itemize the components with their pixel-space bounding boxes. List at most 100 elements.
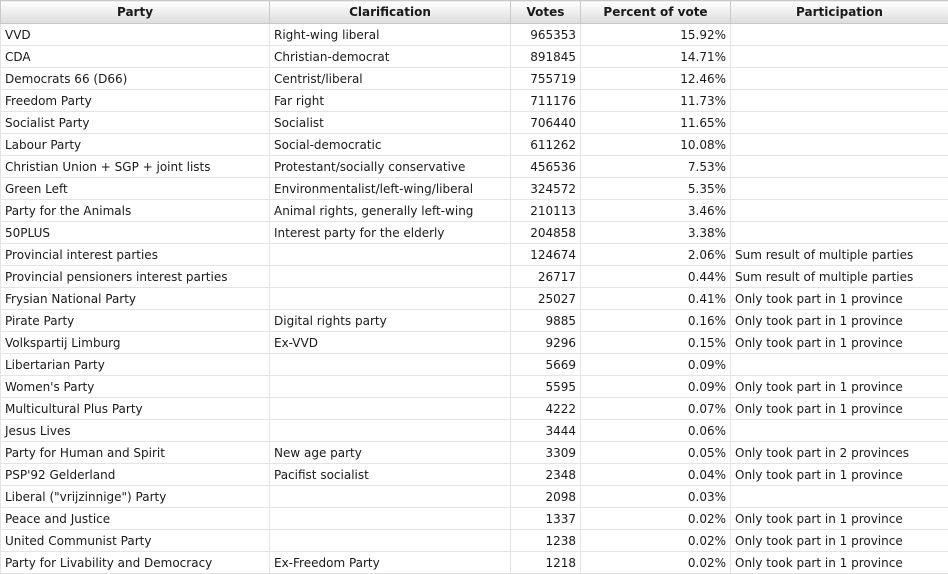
table-row[interactable]: Liberal ("vrijzinnige") Party20980.03% xyxy=(1,486,948,508)
cell-party: Multicultural Plus Party xyxy=(1,398,270,420)
cell-clarification xyxy=(270,266,511,288)
column-header-clarification[interactable]: Clarification xyxy=(270,1,511,24)
cell-participation: Only took part in 1 province xyxy=(731,332,948,354)
table-row[interactable]: 50PLUSInterest party for the elderly2048… xyxy=(1,222,948,244)
cell-percent: 0.02% xyxy=(581,552,731,574)
cell-party: Party for the Animals xyxy=(1,200,270,222)
column-header-votes[interactable]: Votes xyxy=(511,1,581,24)
cell-percent: 14.71% xyxy=(581,46,731,68)
table-row[interactable]: Party for Human and SpiritNew age party3… xyxy=(1,442,948,464)
cell-votes: 3309 xyxy=(511,442,581,464)
table-row[interactable]: United Communist Party 12380.02%Only took… xyxy=(1,530,948,552)
cell-percent: 2.06% xyxy=(581,244,731,266)
table-row[interactable]: Socialist PartySocialist70644011.65% xyxy=(1,112,948,134)
cell-participation xyxy=(731,112,948,134)
cell-percent: 15.92% xyxy=(581,24,731,46)
table-row[interactable]: Labour PartySocial-democratic61126210.08… xyxy=(1,134,948,156)
cell-clarification xyxy=(270,354,511,376)
table-body: VVDRight-wing liberal96535315.92%CDAChri… xyxy=(1,24,948,574)
table-row[interactable]: Libertarian Party56690.09% xyxy=(1,354,948,376)
table-row[interactable]: Party for the AnimalsAnimal rights, gene… xyxy=(1,200,948,222)
cell-votes: 4222 xyxy=(511,398,581,420)
cell-percent: 0.07% xyxy=(581,398,731,420)
cell-percent: 11.65% xyxy=(581,112,731,134)
cell-clarification xyxy=(270,530,511,552)
cell-percent: 12.46% xyxy=(581,68,731,90)
cell-votes: 891845 xyxy=(511,46,581,68)
cell-votes: 706440 xyxy=(511,112,581,134)
cell-participation xyxy=(731,68,948,90)
cell-percent: 3.38% xyxy=(581,222,731,244)
cell-percent: 0.05% xyxy=(581,442,731,464)
cell-votes: 711176 xyxy=(511,90,581,112)
cell-party: 50PLUS xyxy=(1,222,270,244)
cell-party: PSP'92 Gelderland xyxy=(1,464,270,486)
cell-percent: 0.15% xyxy=(581,332,731,354)
table-row[interactable]: PSP'92 GelderlandPacifist socialist23480… xyxy=(1,464,948,486)
cell-participation: Only took part in 1 province xyxy=(731,288,948,310)
cell-party: VVD xyxy=(1,24,270,46)
cell-percent: 11.73% xyxy=(581,90,731,112)
cell-participation xyxy=(731,46,948,68)
cell-votes: 26717 xyxy=(511,266,581,288)
table-row[interactable]: Multicultural Plus Party42220.07%Only to… xyxy=(1,398,948,420)
election-results-table: Party Clarification Votes Percent of vot… xyxy=(0,0,948,574)
cell-party: Green Left xyxy=(1,178,270,200)
cell-clarification xyxy=(270,398,511,420)
cell-clarification: Digital rights party xyxy=(270,310,511,332)
table-row[interactable]: Peace and Justice13370.02%Only took part… xyxy=(1,508,948,530)
table-row[interactable]: Democrats 66 (D66)Centrist/liberal755719… xyxy=(1,68,948,90)
cell-party: CDA xyxy=(1,46,270,68)
cell-percent: 0.44% xyxy=(581,266,731,288)
table-row[interactable]: CDAChristian-democrat89184514.71% xyxy=(1,46,948,68)
table-row[interactable]: Volkspartij LimburgEx-VVD92960.15%Only t… xyxy=(1,332,948,354)
table-row[interactable]: Provincial pensioners interest parties26… xyxy=(1,266,948,288)
table-row[interactable]: Women's Party55950.09%Only took part in … xyxy=(1,376,948,398)
cell-party: Pirate Party xyxy=(1,310,270,332)
cell-party: United Communist Party xyxy=(1,530,270,552)
cell-clarification: Right-wing liberal xyxy=(270,24,511,46)
cell-participation xyxy=(731,156,948,178)
cell-percent: 0.09% xyxy=(581,376,731,398)
cell-party: Women's Party xyxy=(1,376,270,398)
cell-clarification: Centrist/liberal xyxy=(270,68,511,90)
column-header-participation[interactable]: Participation xyxy=(731,1,948,24)
cell-participation xyxy=(731,486,948,508)
cell-votes: 611262 xyxy=(511,134,581,156)
table-row[interactable]: Provincial interest parties1246742.06%Su… xyxy=(1,244,948,266)
cell-votes: 755719 xyxy=(511,68,581,90)
cell-percent: 0.02% xyxy=(581,508,731,530)
cell-participation: Only took part in 1 province xyxy=(731,508,948,530)
cell-votes: 1238 xyxy=(511,530,581,552)
table-row[interactable]: Jesus Lives34440.06% xyxy=(1,420,948,442)
table-row[interactable]: Freedom PartyFar right71117611.73% xyxy=(1,90,948,112)
column-header-party[interactable]: Party xyxy=(1,1,270,24)
cell-party: Libertarian Party xyxy=(1,354,270,376)
cell-percent: 0.02% xyxy=(581,530,731,552)
table-row[interactable]: Pirate PartyDigital rights party98850.16… xyxy=(1,310,948,332)
cell-participation xyxy=(731,24,948,46)
table-row[interactable]: VVDRight-wing liberal96535315.92% xyxy=(1,24,948,46)
cell-votes: 25027 xyxy=(511,288,581,310)
cell-participation: Only took part in 1 province xyxy=(731,530,948,552)
table-row[interactable]: Frysian National Party250270.41%Only too… xyxy=(1,288,948,310)
cell-votes: 324572 xyxy=(511,178,581,200)
cell-clarification xyxy=(270,244,511,266)
cell-participation: Only took part in 2 provinces xyxy=(731,442,948,464)
column-header-percent[interactable]: Percent of vote xyxy=(581,1,731,24)
header-row: Party Clarification Votes Percent of vot… xyxy=(1,1,948,24)
cell-votes: 9296 xyxy=(511,332,581,354)
cell-party: Volkspartij Limburg xyxy=(1,332,270,354)
cell-percent: 0.06% xyxy=(581,420,731,442)
table-row[interactable]: Green LeftEnvironmentalist/left-wing/lib… xyxy=(1,178,948,200)
table-row[interactable]: Party for Livability and DemocracyEx-Fre… xyxy=(1,552,948,574)
table-row[interactable]: Christian Union + SGP + joint listsProte… xyxy=(1,156,948,178)
cell-percent: 3.46% xyxy=(581,200,731,222)
cell-votes: 5669 xyxy=(511,354,581,376)
cell-percent: 0.41% xyxy=(581,288,731,310)
cell-party: Jesus Lives xyxy=(1,420,270,442)
cell-percent: 5.35% xyxy=(581,178,731,200)
cell-participation xyxy=(731,420,948,442)
cell-participation xyxy=(731,354,948,376)
cell-percent: 0.03% xyxy=(581,486,731,508)
